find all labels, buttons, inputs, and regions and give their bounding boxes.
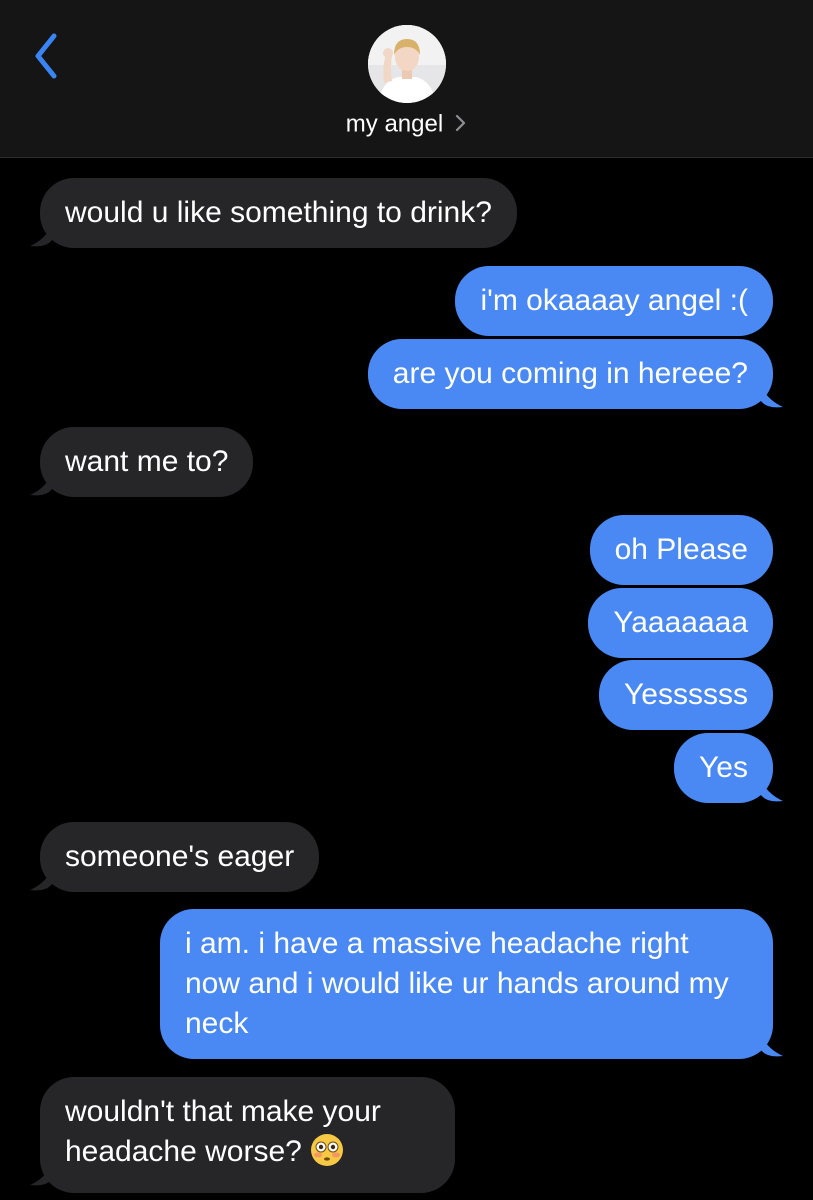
message-bubble-outgoing[interactable]: Yaaaaaaa (588, 588, 773, 658)
message-text: Yaaaaaaa (613, 606, 748, 639)
bubble-tail (761, 781, 783, 802)
message-bubble-incoming[interactable]: would u like something to drink? (40, 178, 517, 248)
message-text: i am. i have a massive headache right no… (185, 927, 729, 1040)
message-bubble-outgoing[interactable]: i am. i have a massive headache right no… (160, 909, 773, 1059)
message-bubble-outgoing[interactable]: Yessssss (599, 660, 773, 730)
message-bubble-incoming[interactable]: wouldn't that make your headache worse? (40, 1077, 455, 1193)
message-text: i'm okaaaay angel :( (480, 284, 748, 317)
flushed-face-emoji (310, 1133, 344, 1178)
chevron-left-icon (35, 33, 57, 79)
message-bubble-incoming[interactable]: want me to? (40, 427, 254, 497)
message-text: would u like something to drink? (65, 196, 492, 229)
bubble-tail (30, 226, 52, 247)
chevron-right-icon (455, 109, 467, 141)
bubble-tail (30, 475, 52, 496)
message-bubble-outgoing[interactable]: are you coming in hereee? (367, 339, 773, 409)
contact-name-button[interactable]: my angel (0, 108, 813, 141)
avatar[interactable] (368, 25, 446, 103)
message-text: oh Please (614, 533, 748, 566)
bubble-tail (30, 1165, 52, 1186)
back-button[interactable] (26, 28, 70, 84)
bubble-tail (30, 870, 52, 891)
message-text: Yes (699, 751, 748, 784)
bubble-tail (761, 387, 783, 408)
conversation-header: my angel (0, 0, 813, 158)
message-bubble-outgoing[interactable]: oh Please (589, 515, 773, 585)
message-text: Yessssss (624, 678, 748, 711)
message-text: want me to? (65, 445, 229, 478)
message-bubble-outgoing[interactable]: Yes (674, 733, 773, 803)
message-text: someone's eager (65, 840, 295, 873)
messages-screen: my angel would u like something to drink… (0, 0, 813, 1200)
bubble-tail (761, 1036, 783, 1057)
message-bubble-outgoing[interactable]: i'm okaaaay angel :( (455, 266, 773, 336)
contact-name: my angel (345, 110, 444, 138)
message-text: are you coming in hereee? (392, 357, 748, 390)
message-bubble-incoming[interactable]: someone's eager (40, 822, 320, 892)
